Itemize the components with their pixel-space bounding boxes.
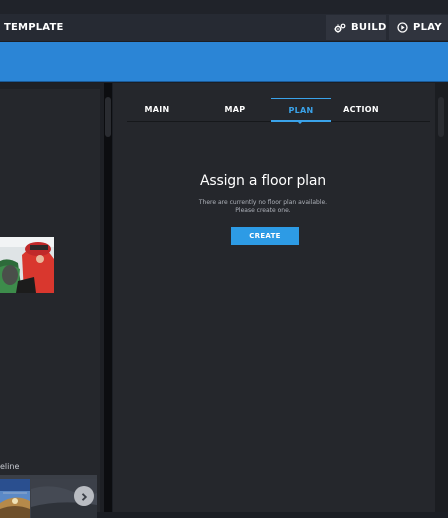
play-button[interactable]: PLAY	[389, 15, 448, 40]
page-title: TEMPLATE	[4, 22, 64, 33]
tab-map[interactable]: MAP	[207, 98, 263, 122]
timeline-label: eline	[0, 462, 20, 471]
properties-panel: MAIN MAP PLAN ACTION Assign a floor plan…	[113, 83, 435, 512]
scene-panel: eline	[0, 83, 104, 518]
scene-panel-content: eline	[0, 89, 100, 518]
build-button-label: BUILD	[351, 22, 387, 33]
scrollbar-thumb[interactable]	[438, 97, 444, 137]
active-tab-indicator	[296, 120, 304, 124]
floor-plan-heading: Assign a floor plan	[200, 173, 326, 189]
build-button[interactable]: BUILD	[326, 15, 386, 40]
header-bar: TEMPLATE BUILD PLAY	[0, 14, 448, 41]
tab-bar: MAIN MAP PLAN ACTION	[127, 98, 430, 124]
scrollbar-thumb[interactable]	[105, 97, 111, 137]
play-button-label: PLAY	[413, 22, 442, 33]
tab-action[interactable]: ACTION	[333, 98, 389, 122]
chevron-right-icon	[79, 487, 89, 506]
scene-thumbnail[interactable]	[0, 237, 54, 293]
tab-plan[interactable]: PLAN	[271, 98, 331, 122]
top-strip	[0, 0, 448, 14]
empty-state-message: Please create one.	[235, 207, 291, 214]
play-icon	[397, 22, 408, 33]
toolbar-banner	[0, 42, 448, 82]
scene-panel-scrollbar[interactable]	[104, 83, 112, 512]
create-floor-plan-button[interactable]: CREATE	[231, 227, 299, 245]
properties-panel-scrollbar[interactable]	[435, 83, 448, 512]
next-arrow-button[interactable]	[74, 486, 94, 506]
timeline-thumbnail[interactable]	[0, 479, 30, 518]
tab-main[interactable]: MAIN	[127, 98, 187, 122]
empty-state-message: There are currently no floor plan availa…	[198, 199, 328, 206]
gears-icon	[334, 23, 346, 33]
